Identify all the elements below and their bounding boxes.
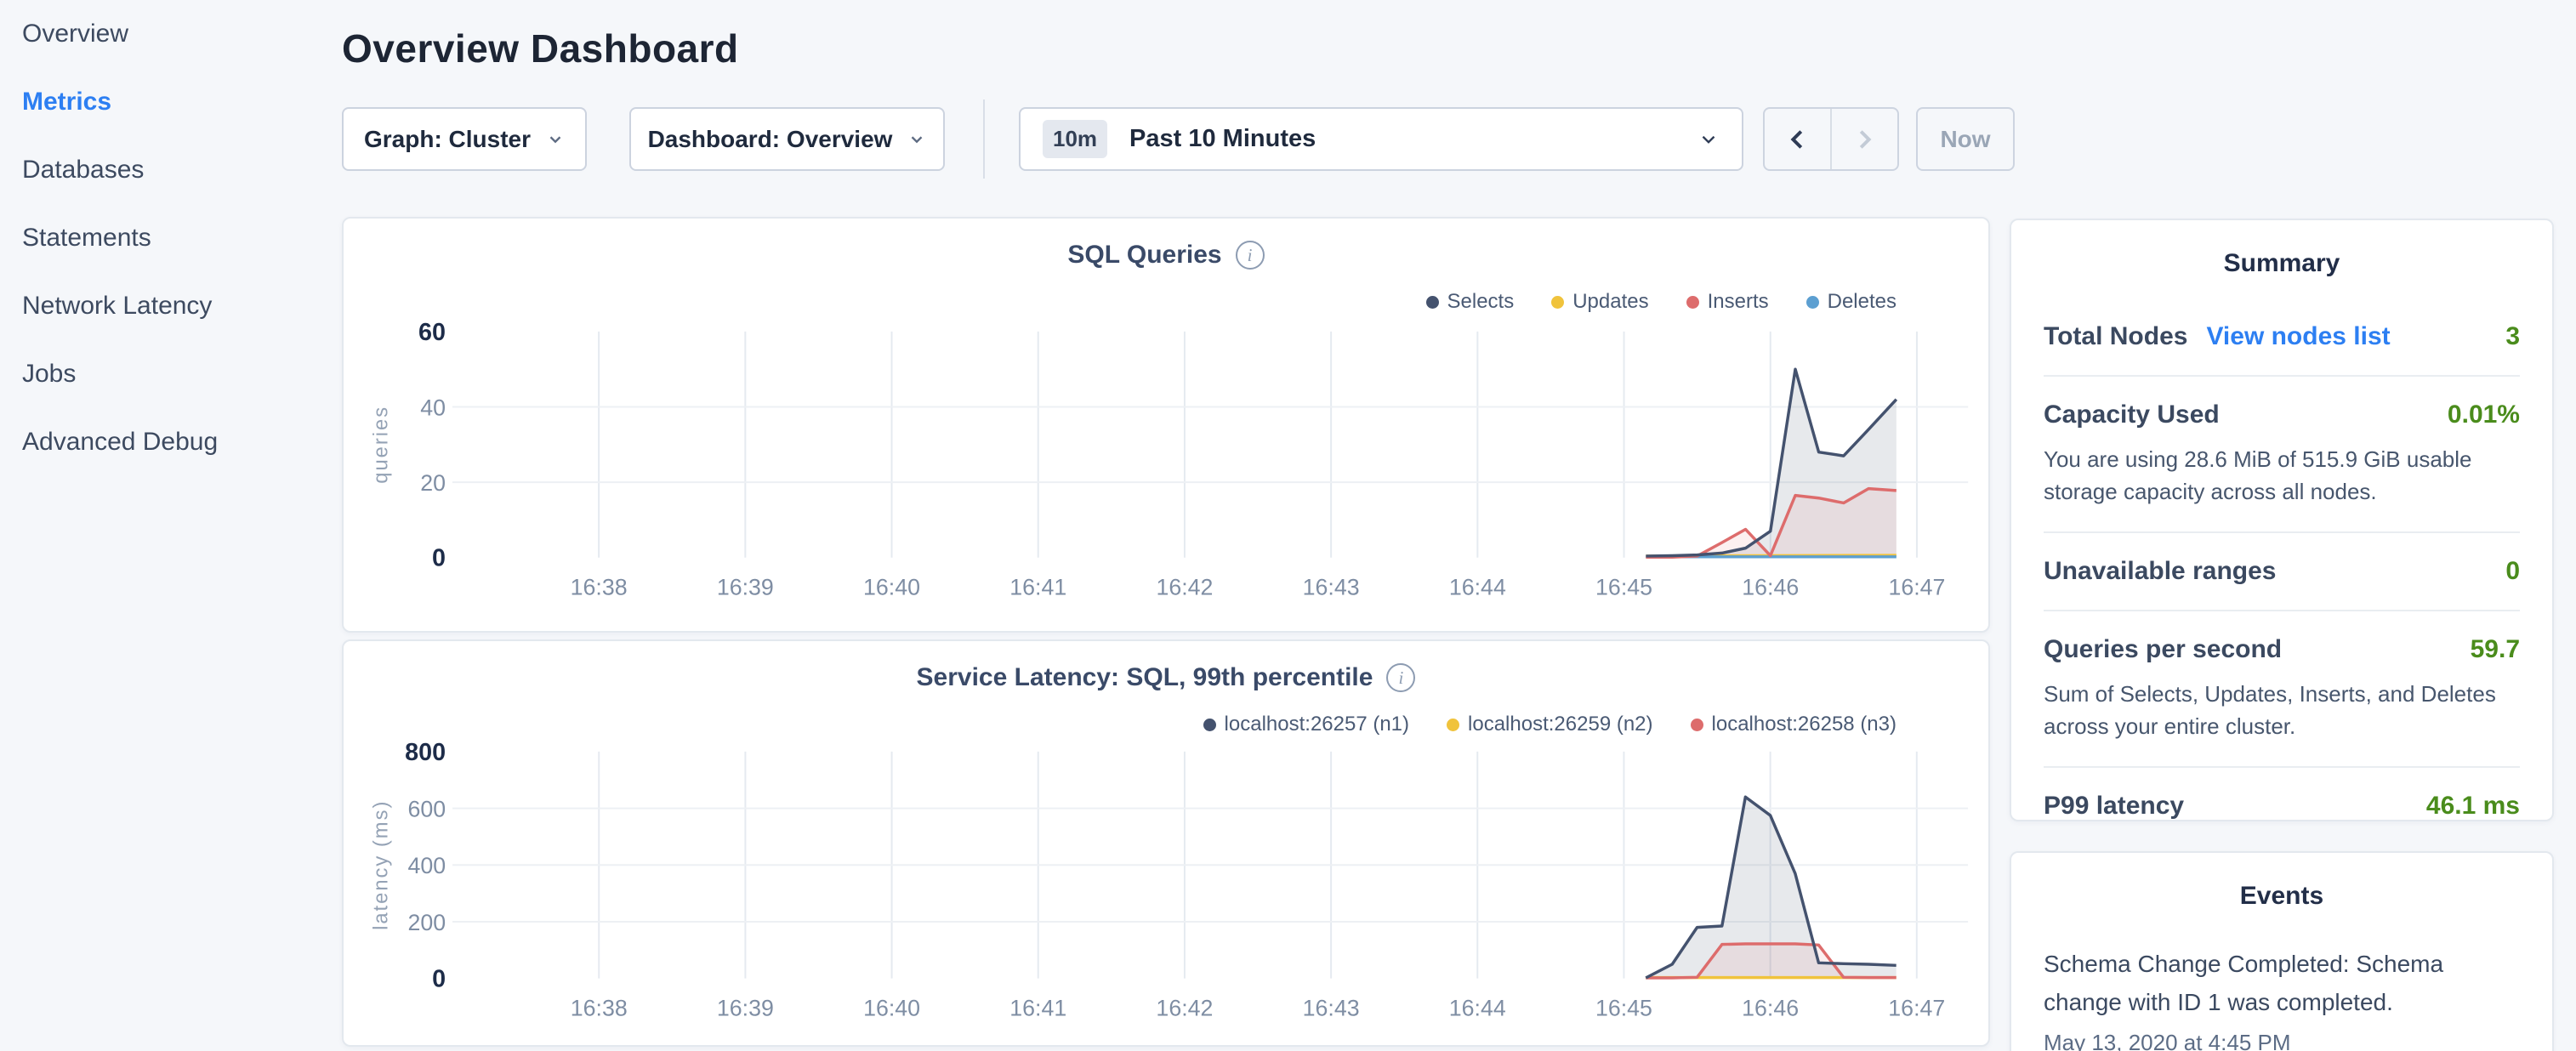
now-button[interactable]: Now (1916, 107, 2015, 171)
summary-row-value: 59.7 (2471, 635, 2520, 664)
svg-text:16:41: 16:41 (1009, 574, 1066, 599)
summary-row-description: You are using 28.6 MiB of 515.9 GiB usab… (2044, 443, 2520, 508)
sidebar-item-databases[interactable]: Databases (22, 136, 328, 204)
svg-text:20: 20 (420, 470, 446, 496)
svg-text:16:46: 16:46 (1742, 995, 1799, 1020)
svg-text:16:38: 16:38 (571, 574, 628, 599)
svg-text:latency (ms): latency (ms) (370, 800, 393, 930)
sidebar: Overview Metrics Databases Statements Ne… (22, 0, 328, 476)
svg-text:200: 200 (407, 910, 446, 935)
event-item[interactable]: Schema Change Completed: Schema change w… (2044, 945, 2520, 1051)
sidebar-item-metrics[interactable]: Metrics (22, 68, 328, 136)
summary-row-value: 46.1 ms (2426, 792, 2520, 821)
service-latency-card: Service Latency: SQL, 99th percentile i … (342, 639, 1990, 1047)
events-title: Events (2011, 853, 2552, 911)
svg-text:16:38: 16:38 (571, 995, 628, 1020)
event-text: Schema Change Completed: Schema change w… (2044, 945, 2520, 1021)
summary-row-label: Capacity Used (2044, 401, 2220, 429)
svg-text:16:44: 16:44 (1449, 995, 1506, 1020)
time-range-dropdown[interactable]: 10m Past 10 Minutes (1019, 107, 1743, 171)
svg-text:16:44: 16:44 (1449, 574, 1506, 599)
toolbar-divider (983, 99, 985, 179)
svg-text:16:43: 16:43 (1303, 995, 1360, 1020)
time-range-label: Past 10 Minutes (1129, 125, 1316, 153)
service-latency-chart[interactable]: 16:38 16:39 16:40 16:41 16:42 16:43 16:44 16:45… (344, 641, 1988, 1045)
svg-text:0: 0 (432, 545, 446, 572)
svg-text:16:45: 16:45 (1595, 995, 1652, 1020)
chevron-right-icon (1851, 127, 1877, 152)
view-nodes-list-link[interactable]: View nodes list (2206, 322, 2390, 351)
sql-queries-card: SQL Queries i SelectsUpdatesInsertsDelet… (342, 217, 1990, 633)
chevron-down-icon (1697, 128, 1720, 151)
dashboard-dropdown-label: Dashboard: Overview (648, 126, 893, 153)
summary-row-value: 0.01% (2448, 401, 2520, 429)
chevron-left-icon (1785, 127, 1811, 152)
svg-text:16:40: 16:40 (863, 995, 920, 1020)
summary-panel: Summary Total Nodes View nodes list 3 Ca… (2010, 219, 2554, 821)
summary-row-value: 3 (2505, 322, 2520, 351)
svg-text:0: 0 (432, 966, 446, 993)
svg-text:16:42: 16:42 (1156, 574, 1213, 599)
svg-text:queries: queries (370, 406, 393, 484)
sidebar-item-overview[interactable]: Overview (22, 0, 328, 68)
svg-text:16:39: 16:39 (717, 574, 774, 599)
summary-row-value: 0 (2505, 557, 2520, 586)
sidebar-item-jobs[interactable]: Jobs (22, 340, 328, 408)
svg-text:600: 600 (407, 797, 446, 822)
chevron-down-icon (546, 130, 565, 149)
svg-text:16:40: 16:40 (863, 574, 920, 599)
events-panel: Events Schema Change Completed: Schema c… (2010, 851, 2554, 1051)
graph-dropdown[interactable]: Graph: Cluster (342, 107, 587, 171)
sidebar-item-advanced-debug[interactable]: Advanced Debug (22, 408, 328, 476)
controls-toolbar: Graph: Cluster Dashboard: Overview 10m P… (342, 107, 2016, 171)
time-range-badge: 10m (1043, 120, 1107, 158)
svg-text:16:43: 16:43 (1303, 574, 1360, 599)
summary-title: Summary (2011, 220, 2552, 278)
summary-row-label: P99 latency (2044, 792, 2184, 821)
summary-row-unavailable-ranges: Unavailable ranges 0 (2044, 533, 2520, 611)
svg-text:16:47: 16:47 (1888, 995, 1945, 1020)
summary-row-label: Queries per second (2044, 635, 2282, 664)
summary-row-total-nodes: Total Nodes View nodes list 3 (2044, 298, 2520, 377)
svg-text:60: 60 (418, 319, 446, 346)
summary-row-label: Total Nodes (2044, 322, 2187, 351)
sidebar-item-network-latency[interactable]: Network Latency (22, 272, 328, 340)
dashboard-dropdown[interactable]: Dashboard: Overview (629, 107, 945, 171)
graph-dropdown-label: Graph: Cluster (364, 126, 531, 153)
svg-text:800: 800 (405, 739, 446, 766)
sql-queries-chart[interactable]: 16:38 16:39 16:40 16:41 16:42 16:43 16:44 16:45… (344, 219, 1988, 631)
summary-row-description: Sum of Selects, Updates, Inserts, and De… (2044, 678, 2520, 742)
summary-row-queries-per-second: Queries per second 59.7 Sum of Selects, … (2044, 611, 2520, 768)
svg-text:16:41: 16:41 (1009, 995, 1066, 1020)
chevron-down-icon (907, 130, 926, 149)
svg-text:400: 400 (407, 853, 446, 878)
svg-text:16:42: 16:42 (1156, 995, 1213, 1020)
time-back-button[interactable] (1765, 109, 1830, 169)
sidebar-item-statements[interactable]: Statements (22, 204, 328, 272)
event-timestamp: May 13, 2020 at 4:45 PM (2044, 1030, 2520, 1051)
summary-row-p99-latency: P99 latency 46.1 ms (2044, 768, 2520, 844)
svg-text:16:39: 16:39 (717, 995, 774, 1020)
page-title: Overview Dashboard (342, 26, 739, 71)
svg-text:40: 40 (420, 395, 446, 420)
svg-text:16:46: 16:46 (1742, 574, 1799, 599)
svg-text:16:45: 16:45 (1595, 574, 1652, 599)
time-forward-button[interactable] (1832, 109, 1897, 169)
svg-text:16:47: 16:47 (1888, 574, 1945, 599)
summary-row-label: Unavailable ranges (2044, 557, 2276, 586)
time-pager (1763, 107, 1899, 171)
summary-row-capacity-used: Capacity Used 0.01% You are using 28.6 M… (2044, 377, 2520, 533)
